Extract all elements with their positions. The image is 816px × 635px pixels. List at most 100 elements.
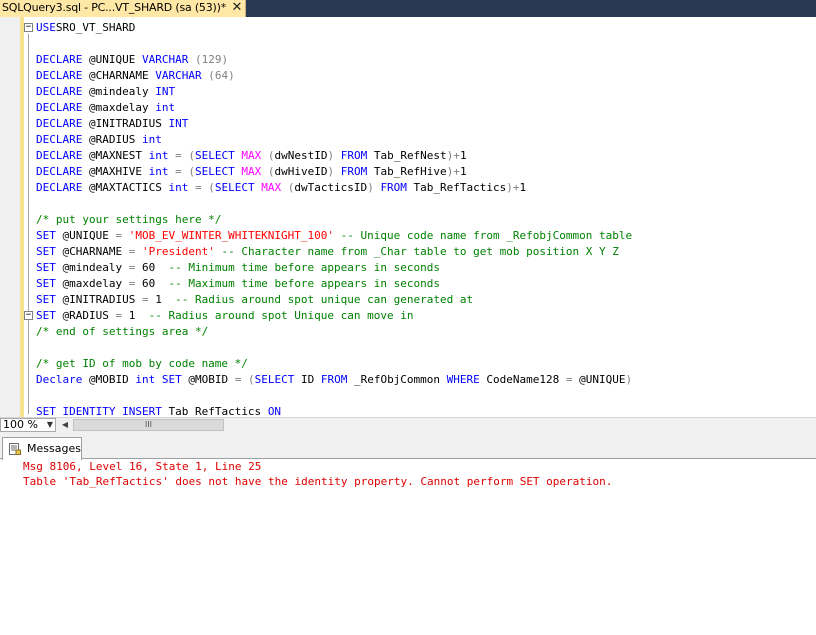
code-line[interactable]: DECLARE @UNIQUE VARCHAR (129)	[36, 52, 228, 68]
sql-code-editor[interactable]: − − USESRO_VT_SHARD DECLARE @UNIQUE VARCH…	[0, 17, 816, 417]
code-token: )	[625, 373, 633, 386]
code-line[interactable]: DECLARE @MAXHIVE int = (SELECT MAX (dwHi…	[36, 164, 467, 180]
code-token: -- Unique code name from _RefobjCommon t…	[340, 229, 633, 242]
code-token: int	[135, 373, 156, 386]
code-token: Tab_RefTactics	[406, 181, 507, 194]
code-token: = (	[175, 149, 195, 162]
code-token: 60	[135, 277, 169, 290]
code-token: 1	[148, 293, 176, 306]
code-token: USE	[36, 21, 56, 34]
code-token: SET	[36, 261, 56, 274]
code-token: = (	[194, 181, 215, 194]
code-token: INT	[155, 85, 176, 98]
code-token: DECLARE	[36, 117, 83, 130]
dropdown-arrow-icon[interactable]: ▼	[47, 419, 53, 431]
code-token: DECLARE	[36, 85, 83, 98]
code-line[interactable]: /* put your settings here */	[36, 212, 221, 228]
code-token: 'MOB_EV_WINTER_WHITEKNIGHT_100'	[128, 229, 335, 242]
code-line[interactable]: DECLARE @mindealy INT	[36, 84, 175, 100]
code-token: @RADIUS	[82, 133, 142, 146]
collapse-toggle-icon[interactable]: −	[24, 311, 33, 320]
code-line[interactable]: SET IDENTITY_INSERT Tab_RefTactics ON	[36, 404, 281, 417]
code-token: @MAXTACTICS	[82, 181, 169, 194]
editor-margin	[0, 17, 20, 417]
code-token: @CHARNAME	[82, 69, 156, 82]
messages-icon	[9, 443, 21, 455]
code-token: SET	[36, 229, 56, 242]
code-token: VARCHAR	[155, 69, 202, 82]
error-message-line: Table 'Tab_RefTactics' does not have the…	[23, 475, 613, 488]
code-token: DECLARE	[36, 53, 83, 66]
code-token: -- Character name from _Char table to ge…	[221, 245, 619, 258]
code-line[interactable]: DECLARE @MAXNEST int = (SELECT MAX (dwNe…	[36, 148, 467, 164]
code-token: @INITRADIUS	[55, 293, 142, 306]
code-token: )+	[446, 165, 460, 178]
messages-tab[interactable]: Messages	[2, 437, 82, 460]
code-token: (129)	[194, 53, 229, 66]
document-tab-strip: SQLQuery3.sql - PC...VT_SHARD (sa (53))*…	[0, 0, 816, 17]
code-token: VARCHAR	[141, 53, 189, 66]
code-line[interactable]: DECLARE @maxdelay int	[36, 100, 175, 116]
code-token: DECLARE	[36, 133, 83, 146]
change-tracking-bar	[20, 17, 24, 417]
code-token: SET	[36, 245, 56, 258]
code-token: SELECT	[254, 373, 295, 386]
code-line[interactable]: DECLARE @INITRADIUS INT	[36, 116, 188, 132]
code-line[interactable]: SET @INITRADIUS = 1 -- Radius around spo…	[36, 292, 473, 308]
results-tab-bar: Messages	[0, 432, 816, 460]
scroll-left-icon[interactable]: ◀	[58, 418, 72, 432]
code-token: @MOBID	[82, 373, 136, 386]
code-token: 'President'	[141, 245, 215, 258]
code-line[interactable]: SET @CHARNAME = 'President' -- Character…	[36, 244, 619, 260]
code-line[interactable]: SET @mindealy = 60 -- Minimum time befor…	[36, 260, 440, 276]
messages-tab-label: Messages	[27, 442, 81, 455]
code-token: @maxdelay	[82, 101, 156, 114]
code-token: )+	[506, 181, 520, 194]
code-token: SELECT	[214, 181, 255, 194]
code-line[interactable]: USESRO_VT_SHARD	[36, 20, 135, 36]
code-line[interactable]: SET @UNIQUE = 'MOB_EV_WINTER_WHITEKNIGHT…	[36, 228, 632, 244]
code-token: =	[565, 373, 573, 386]
code-line[interactable]: SET @maxdelay = 60 -- Maximum time befor…	[36, 276, 440, 292]
code-token: /* end of settings area */	[36, 325, 209, 338]
code-line[interactable]: /* end of settings area */	[36, 324, 208, 340]
code-token: SRO_VT_SHARD	[55, 21, 136, 34]
code-token: /* put your settings here */	[36, 213, 222, 226]
code-token: @mindealy	[55, 261, 129, 274]
code-token: -- Maximum time before appears in second…	[168, 277, 441, 290]
code-token: DECLARE	[36, 181, 83, 194]
code-line[interactable]: Declare @MOBID int SET @MOBID = (SELECT …	[36, 372, 632, 388]
query-document-tab[interactable]: SQLQuery3.sql - PC...VT_SHARD (sa (53))*…	[0, 0, 246, 17]
code-token: SET	[36, 309, 56, 322]
code-token: DECLARE	[36, 165, 83, 178]
code-line[interactable]: DECLARE @CHARNAME VARCHAR (64)	[36, 68, 235, 84]
code-token: FROM	[340, 165, 368, 178]
zoom-value: 100 %	[3, 418, 38, 431]
code-token: @UNIQUE	[55, 229, 116, 242]
code-line[interactable]: SET @RADIUS = 1 -- Radius around spot Un…	[36, 308, 414, 324]
code-token: )+	[446, 149, 460, 162]
zoom-dropdown[interactable]: 100 % ▼	[0, 418, 56, 432]
close-tab-icon[interactable]: ✕	[230, 0, 244, 16]
code-token: Tab_RefHive	[367, 165, 447, 178]
code-token: @MAXHIVE	[82, 165, 149, 178]
code-line[interactable]: /* get ID of mob by code name */	[36, 356, 248, 372]
code-line[interactable]: DECLARE @RADIUS int	[36, 132, 162, 148]
code-token: 1	[122, 309, 149, 322]
code-token: -- Radius around spot Unique can move in	[148, 309, 414, 322]
code-token: dwHiveID	[274, 165, 328, 178]
code-token: dwNestID	[274, 149, 328, 162]
collapse-toggle-icon[interactable]: −	[24, 23, 33, 32]
code-token: -- Radius around spot unique can generat…	[175, 293, 474, 306]
code-line[interactable]: DECLARE @MAXTACTICS int = (SELECT MAX (d…	[36, 180, 526, 196]
horizontal-scrollbar-thumb[interactable]: III	[73, 419, 224, 431]
